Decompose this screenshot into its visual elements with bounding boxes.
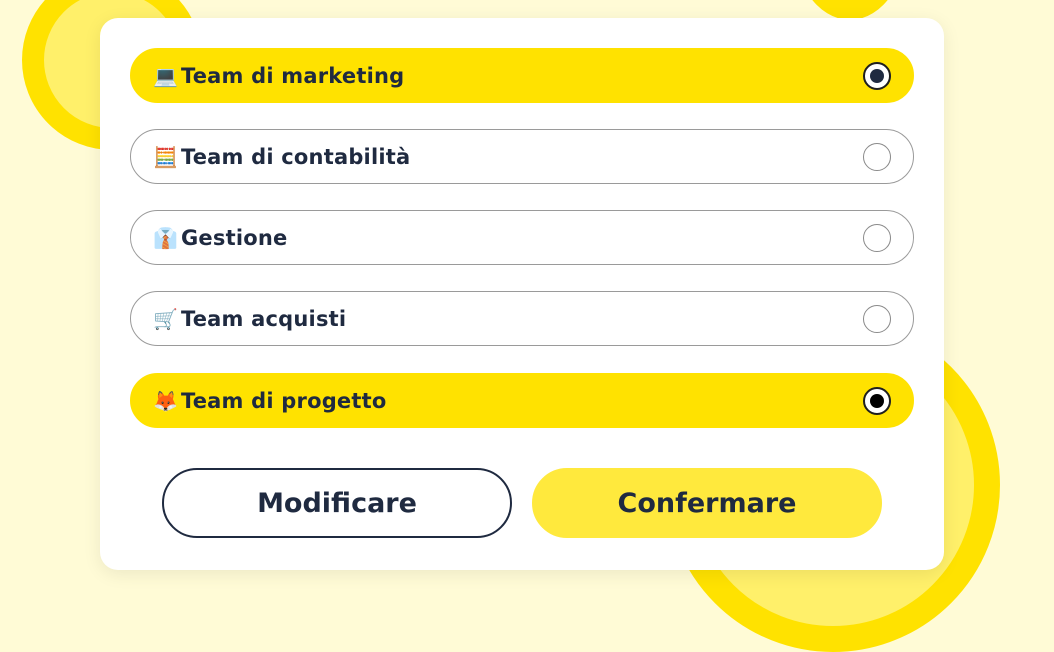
option-marketing-team[interactable]: 💻 Team di marketing [130,48,914,103]
option-label: Team acquisti [181,306,347,331]
option-project-team[interactable]: 🦊 Team di progetto [130,373,914,428]
option-label: Team di contabilità [181,144,411,169]
option-label: Team di marketing [181,63,405,88]
radio-button[interactable] [863,142,891,171]
radio-button[interactable] [863,304,891,333]
laptop-icon: 💻 [153,63,178,88]
shopping-cart-icon: 🛒 [153,306,178,331]
team-selection-card: 💻 Team di marketing 🧮 Team di contabilit… [100,18,944,570]
confirm-button[interactable]: Confermare [532,468,882,538]
radio-button[interactable] [863,223,891,252]
option-purchasing-team[interactable]: 🛒 Team acquisti [130,291,914,346]
option-management[interactable]: 👔 Gestione [130,210,914,265]
option-label: Team di progetto [181,388,387,413]
option-label: Gestione [181,225,288,250]
decorative-circle-top-right [790,0,910,20]
edit-button[interactable]: Modificare [162,468,512,538]
option-accounting-team[interactable]: 🧮 Team di contabilità [130,129,914,184]
office-worker-icon: 👔 [153,225,178,250]
fox-icon: 🦊 [153,388,178,413]
abacus-icon: 🧮 [153,144,178,169]
radio-button-selected[interactable] [863,386,891,415]
radio-button-selected[interactable] [863,61,891,90]
